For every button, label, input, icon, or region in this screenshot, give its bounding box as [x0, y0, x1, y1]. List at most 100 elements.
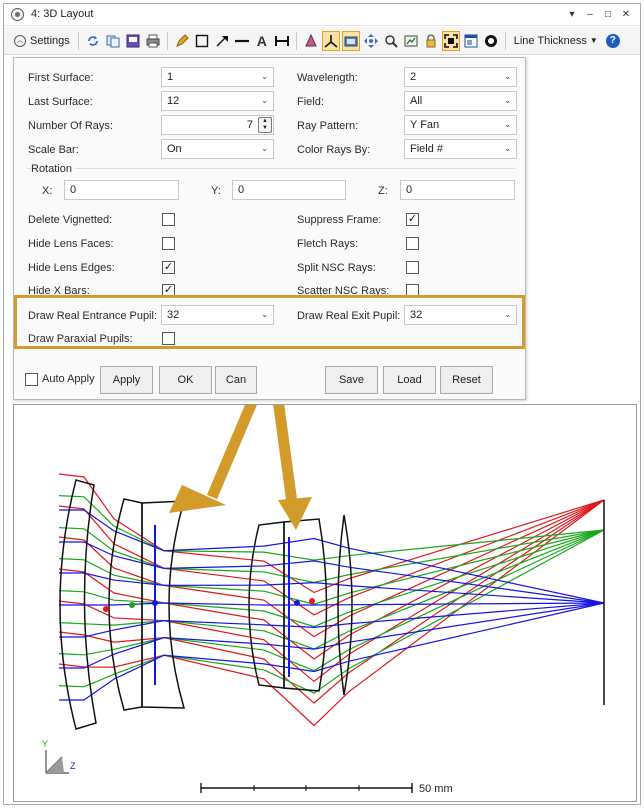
settings-button[interactable]: ︿ Settings — [10, 30, 74, 52]
annotation-arrow-left — [206, 405, 257, 500]
split-nsc-rays-checkbox[interactable] — [406, 261, 419, 274]
pupil-dot-5 — [309, 598, 315, 604]
cancel-button[interactable]: Can — [215, 366, 257, 394]
title-bar[interactable]: 4: 3D Layout ▾ – □ ✕ — [4, 4, 640, 26]
layout-drawing: Y Z 50 mm — [42, 405, 605, 795]
suppress-frame-checkbox[interactable]: ✓ — [406, 213, 419, 226]
rotate-icon[interactable] — [302, 31, 320, 51]
rotation-x-input[interactable]: 0 — [64, 180, 179, 200]
chevron-down-icon: ⌄ — [261, 96, 268, 105]
window-menu-button[interactable]: ▾ — [564, 6, 580, 23]
chevron-down-icon: ⌄ — [504, 72, 511, 81]
close-button[interactable]: ✕ — [618, 6, 634, 23]
field-label: Field: — [297, 96, 324, 108]
ray-line — [58, 529, 605, 694]
ray-pattern-value: Y Fan — [410, 119, 440, 131]
chevron-down-icon: ⌄ — [504, 96, 511, 105]
save-image-icon[interactable] — [124, 31, 142, 51]
line-thickness-dropdown[interactable]: Line Thickness — [514, 35, 587, 47]
zoom-icon[interactable] — [382, 31, 400, 51]
line-icon[interactable] — [233, 31, 251, 51]
lock-icon[interactable] — [422, 31, 440, 51]
auto-apply-label: Auto Apply — [42, 373, 95, 385]
field-dropdown[interactable]: All ⌄ — [404, 91, 517, 111]
rotation-group-label: Rotation — [31, 163, 75, 175]
auto-apply-checkbox[interactable] — [25, 373, 38, 386]
last-surface-value: 12 — [167, 95, 180, 107]
restore-button[interactable]: □ — [600, 6, 616, 23]
apply-button[interactable]: Apply — [100, 366, 153, 394]
ray-line — [59, 602, 605, 701]
chevron-up-icon: ︿ — [14, 34, 26, 47]
axis-indicator: Y Z — [42, 739, 76, 774]
reset-button[interactable]: Reset — [440, 366, 493, 394]
scale-bar-label: Scale Bar: — [28, 144, 79, 156]
rotation-y-input[interactable]: 0 — [232, 180, 346, 200]
ray-pattern-dropdown[interactable]: Y Fan ⌄ — [404, 115, 517, 135]
first-surface-value: 1 — [167, 71, 174, 83]
hide-lens-edges-label: Hide Lens Edges: — [28, 262, 115, 274]
color-rays-by-dropdown[interactable]: Field # ⌄ — [404, 139, 517, 159]
wavelength-label: Wavelength: — [297, 72, 358, 84]
hide-lens-faces-checkbox[interactable] — [162, 237, 175, 250]
annotation-arrow-right-head — [278, 497, 312, 530]
print-icon[interactable] — [144, 31, 162, 51]
ray-line — [58, 529, 605, 650]
load-button[interactable]: Load — [383, 366, 436, 394]
ray-line — [58, 499, 605, 727]
suppress-frame-label: Suppress Frame: — [297, 214, 382, 226]
pan-icon[interactable] — [362, 31, 380, 51]
ray-line — [58, 499, 605, 660]
rotation-x-label: X: — [42, 185, 53, 197]
annotation-arrow-right — [273, 405, 298, 504]
window-title: 4: 3D Layout — [31, 8, 94, 20]
stepper-icon[interactable]: ▲ ▼ — [258, 117, 272, 133]
rectangle-icon[interactable] — [193, 31, 211, 51]
ray-line — [58, 529, 605, 672]
field-value: All — [410, 95, 423, 107]
rotation-y-label: Y: — [211, 185, 221, 197]
layout-window: 4: 3D Layout ▾ – □ ✕ ︿ Settings A Line T… — [3, 3, 641, 805]
camera-view-icon[interactable] — [341, 30, 360, 51]
fletch-rays-label: Fletch Rays: — [297, 238, 359, 250]
scale-bar-dropdown[interactable]: On ⌄ — [161, 139, 274, 159]
chevron-down-icon: ▼ — [589, 36, 598, 45]
pupil-dot-2 — [129, 602, 135, 608]
ray-line — [59, 602, 605, 669]
export-icon[interactable] — [402, 31, 420, 51]
number-of-rays-input[interactable]: 7 ▲ ▼ — [161, 115, 274, 135]
chevron-down-icon: ⌄ — [261, 72, 268, 81]
axis-icon[interactable] — [321, 30, 340, 51]
axis-y-label: Y — [42, 739, 48, 749]
last-surface-dropdown[interactable]: 12 ⌄ — [161, 91, 274, 111]
pupil-dot-4 — [294, 600, 300, 606]
fit-icon[interactable] — [441, 30, 460, 51]
first-surface-dropdown[interactable]: 1 ⌄ — [161, 67, 274, 87]
record-icon[interactable] — [482, 31, 500, 51]
rotation-z-label: Z: — [378, 185, 388, 197]
app-icon — [11, 8, 24, 21]
hide-lens-edges-checkbox[interactable]: ✓ — [162, 261, 175, 274]
axis-triad-fill — [46, 757, 64, 773]
minimize-button[interactable]: – — [582, 6, 598, 23]
pupil-dot-3 — [152, 600, 158, 606]
wavelength-value: 2 — [410, 71, 417, 83]
settings-label: Settings — [30, 34, 70, 47]
text-icon[interactable]: A — [253, 31, 271, 51]
rotation-z-input[interactable]: 0 — [400, 180, 515, 200]
ok-button[interactable]: OK — [159, 366, 212, 394]
refresh-icon[interactable] — [84, 31, 102, 51]
wavelength-dropdown[interactable]: 2 ⌄ — [404, 67, 517, 87]
layout-plot[interactable]: Y Z 50 mm — [13, 404, 637, 802]
arrow-icon[interactable] — [213, 31, 231, 51]
window-icon[interactable] — [462, 31, 480, 51]
save-button[interactable]: Save — [325, 366, 378, 394]
pupil-dot-1 — [103, 606, 109, 612]
pencil-icon[interactable] — [173, 31, 191, 51]
delete-vignetted-checkbox[interactable] — [162, 213, 175, 226]
help-icon[interactable]: ? — [605, 33, 620, 48]
toolbar: ︿ Settings A Line Thickness ▼ ? — [4, 27, 640, 55]
fletch-rays-checkbox[interactable] — [406, 237, 419, 250]
dimension-icon[interactable] — [273, 31, 291, 51]
copy-icon[interactable] — [104, 31, 122, 51]
